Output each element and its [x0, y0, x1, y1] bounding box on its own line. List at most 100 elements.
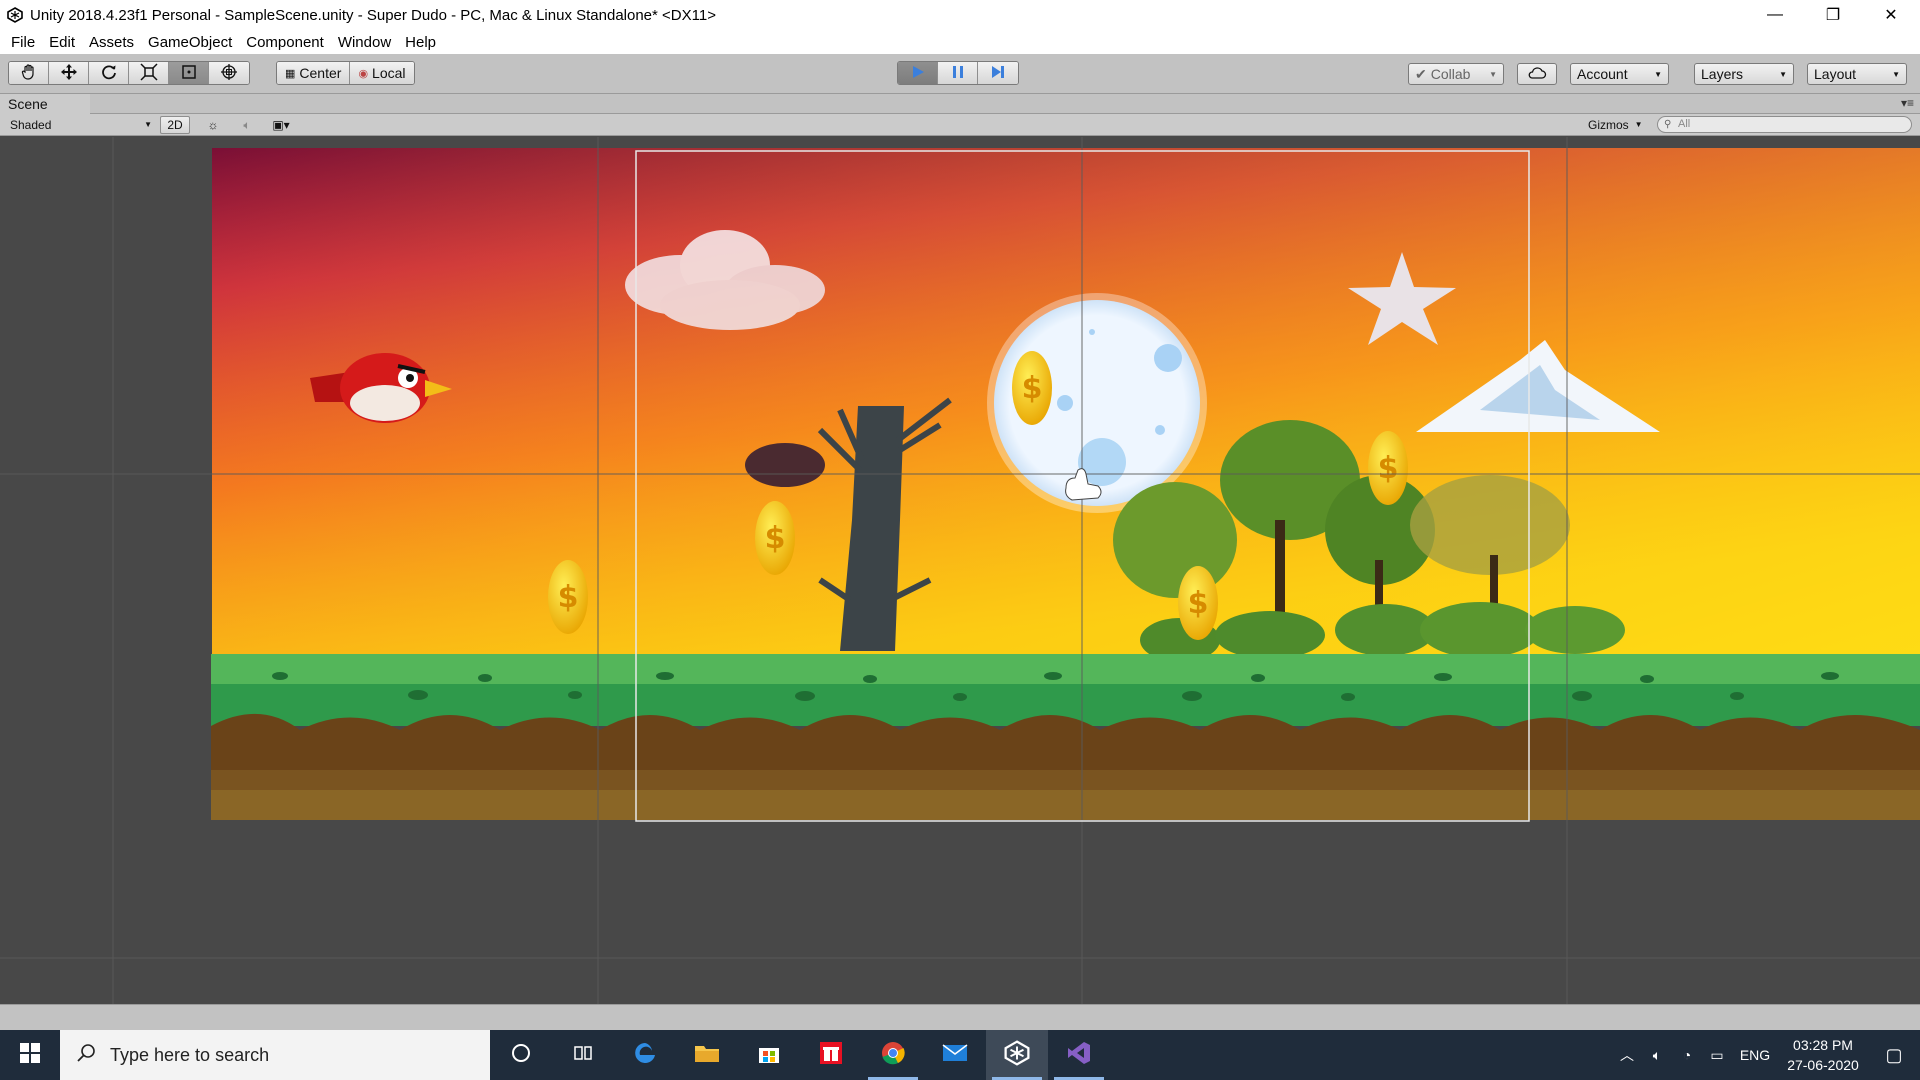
task-view-button[interactable] — [552, 1030, 614, 1080]
menu-component[interactable]: Component — [239, 34, 331, 51]
coin-sprite: $ — [1012, 351, 1052, 425]
visual-studio-icon — [1066, 1040, 1092, 1071]
mail-icon — [942, 1043, 968, 1068]
chevron-down-icon: ▼ — [1489, 69, 1497, 79]
window-titlebar: Unity 2018.4.23f1 Personal - SampleScene… — [0, 0, 1920, 30]
windows-logo-icon — [20, 1042, 40, 1068]
transform-tool-button[interactable] — [209, 62, 249, 84]
unity-button[interactable] — [986, 1030, 1048, 1080]
svg-text:$: $ — [765, 521, 786, 556]
gizmos-dropdown[interactable]: Gizmos ▼ — [1588, 116, 1648, 133]
layout-dropdown[interactable]: Layout ▼ — [1807, 63, 1907, 85]
step-icon — [990, 64, 1006, 83]
main-toolbar: ▦ Center ◉ Local ✔ Collab ▼ Account ▼ La… — [0, 54, 1920, 94]
cloud-button[interactable] — [1517, 63, 1557, 85]
mail-button[interactable] — [924, 1030, 986, 1080]
scale-icon — [139, 62, 158, 84]
menu-edit[interactable]: Edit — [42, 34, 82, 51]
shading-mode-dropdown[interactable]: Shaded ▼ — [10, 116, 152, 133]
chevron-up-icon[interactable]: ︿ — [1612, 1045, 1642, 1065]
cortana-button[interactable] — [490, 1030, 552, 1080]
task-view-icon — [572, 1042, 594, 1069]
scene-effects-dropdown[interactable]: ▣▾ — [266, 116, 296, 134]
coin-sprite: $ — [1368, 431, 1408, 505]
scene-audio-toggle[interactable]: 🔈︎ — [232, 116, 262, 134]
pause-button[interactable] — [938, 62, 978, 84]
chevron-down-icon: ▼ — [1892, 69, 1900, 79]
layers-label: Layers — [1701, 66, 1744, 82]
visual-studio-button[interactable] — [1048, 1030, 1110, 1080]
play-button[interactable] — [898, 62, 938, 84]
gift-icon — [818, 1040, 844, 1071]
close-button[interactable]: ✕ — [1862, 0, 1920, 30]
taskbar-search-input[interactable]: Type here to search — [60, 1030, 490, 1080]
combined-transform-icon — [220, 63, 238, 84]
scene-lighting-toggle[interactable]: ☼ — [198, 116, 228, 134]
unity-logo-icon — [0, 0, 30, 30]
pivot-local-icon: ◉ — [358, 67, 369, 80]
search-icon — [76, 1043, 96, 1068]
window-title: Unity 2018.4.23f1 Personal - SampleScene… — [30, 6, 716, 24]
scene-search-input[interactable]: ⚲ All — [1657, 116, 1912, 133]
layout-label: Layout — [1814, 66, 1857, 82]
transform-tools — [8, 61, 250, 85]
chevron-down-icon: ▼ — [1654, 69, 1662, 79]
pivot-local-button[interactable]: ◉ Local — [350, 62, 414, 84]
start-button[interactable] — [0, 1030, 60, 1080]
coin-sprite: $ — [548, 560, 588, 634]
scene-viewport[interactable]: $ $ $ $ $ — [0, 137, 1920, 1004]
store-button[interactable] — [738, 1030, 800, 1080]
collab-dropdown[interactable]: ✔ Collab ▼ — [1408, 63, 1504, 85]
move-tool-button[interactable] — [49, 62, 89, 84]
layers-dropdown[interactable]: Layers ▼ — [1694, 63, 1794, 85]
collab-label: Collab — [1430, 66, 1471, 82]
gift-app-button[interactable] — [800, 1030, 862, 1080]
shading-mode-label: Shaded — [10, 117, 52, 132]
notification-icon[interactable]: ▢ — [1868, 1045, 1920, 1066]
coin-sprite: $ — [1178, 566, 1218, 640]
menu-file[interactable]: File — [4, 34, 42, 51]
chrome-button[interactable] — [862, 1030, 924, 1080]
unity-icon — [1004, 1039, 1030, 1071]
toggle-2d-button[interactable]: 2D — [160, 116, 190, 134]
play-icon — [910, 64, 926, 83]
edge-button[interactable] — [614, 1030, 676, 1080]
clock-time: 03:28 PM — [1793, 1037, 1853, 1053]
pivot-local-label: Local — [372, 65, 406, 81]
account-dropdown[interactable]: Account ▼ — [1570, 63, 1669, 85]
menu-window[interactable]: Window — [331, 34, 398, 51]
cloud-icon — [1527, 66, 1547, 83]
chevron-down-icon: ▼ — [1779, 69, 1787, 79]
menu-gameobject[interactable]: GameObject — [141, 34, 239, 51]
tab-scene[interactable]: Scene — [0, 94, 90, 114]
rotate-tool-button[interactable] — [89, 62, 129, 84]
language-indicator[interactable]: ENG — [1732, 1047, 1778, 1063]
menu-help[interactable]: Help — [398, 34, 443, 51]
wifi-icon[interactable]: ◔ — [1672, 1047, 1702, 1063]
battery-icon[interactable]: ▭ — [1702, 1047, 1732, 1064]
chrome-icon — [880, 1040, 906, 1071]
step-button[interactable] — [978, 62, 1018, 84]
hand-tool-button[interactable] — [9, 62, 49, 84]
scene-controls-bar: Shaded ▼ 2D ☼ 🔈︎ ▣▾ Gizmos ▼ ⚲ All — [0, 114, 1920, 136]
menu-assets[interactable]: Assets — [82, 34, 141, 51]
menu-bar: File Edit Assets GameObject Component Wi… — [0, 30, 1920, 54]
panel-menu-icon[interactable]: ▾≡ — [1901, 96, 1914, 110]
clock[interactable]: 03:28 PM 27-06-2020 — [1778, 1035, 1868, 1075]
pivot-toggles: ▦ Center ◉ Local — [276, 61, 415, 85]
minimize-button[interactable]: — — [1746, 0, 1804, 30]
rect-tool-button[interactable] — [169, 62, 209, 84]
pivot-center-button[interactable]: ▦ Center — [277, 62, 351, 84]
status-bar — [0, 1004, 1920, 1030]
file-explorer-button[interactable] — [676, 1030, 738, 1080]
hand-icon — [20, 63, 38, 84]
chevron-down-icon: ▼ — [144, 120, 152, 129]
clock-date: 27-06-2020 — [1787, 1057, 1859, 1073]
restore-button[interactable]: ❐ — [1804, 0, 1862, 30]
scale-tool-button[interactable] — [129, 62, 169, 84]
search-placeholder: All — [1678, 118, 1691, 130]
scene-tab-bar: Scene ▾≡ — [0, 94, 1920, 114]
volume-icon[interactable]: 🔈︎ — [1642, 1047, 1672, 1064]
search-icon: ⚲ — [1664, 119, 1672, 130]
ground-sprite — [211, 654, 1920, 820]
